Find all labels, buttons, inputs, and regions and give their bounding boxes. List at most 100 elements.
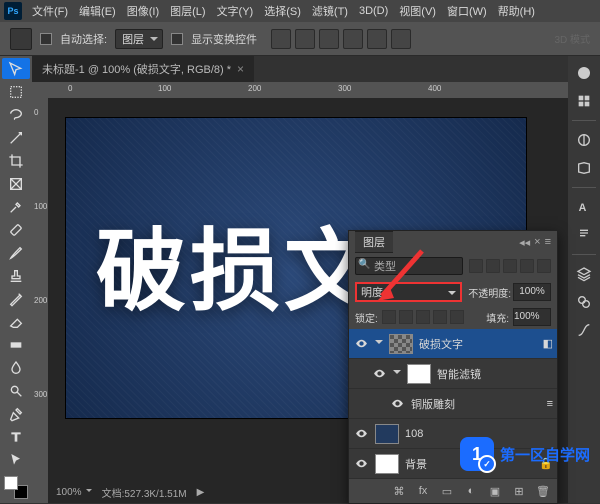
layer-mask-icon[interactable]: ▭: [439, 483, 455, 499]
lasso-tool[interactable]: [2, 104, 30, 125]
filter-shape-icon[interactable]: [520, 259, 534, 273]
marquee-tool[interactable]: [2, 81, 30, 102]
menu-layer[interactable]: 图层(L): [165, 1, 210, 21]
lock-all-icon[interactable]: [450, 310, 464, 324]
layer-name[interactable]: 铜版雕刻: [411, 396, 541, 412]
group-icon[interactable]: ▣: [487, 483, 503, 499]
menu-edit[interactable]: 编辑(E): [74, 1, 121, 21]
document-tab[interactable]: 未标题-1 @ 100% (破损文字, RGB/8) * ×: [32, 56, 254, 82]
menu-select[interactable]: 选择(S): [259, 1, 306, 21]
align-bottom-icon[interactable]: [391, 29, 411, 49]
layer-row[interactable]: 智能滤镜: [349, 359, 557, 389]
swatches-panel-icon[interactable]: [573, 90, 595, 112]
move-tool[interactable]: [2, 58, 30, 79]
menu-filter[interactable]: 滤镜(T): [307, 1, 353, 21]
zoom-level[interactable]: 100%: [56, 487, 92, 498]
filter-type-icon[interactable]: [503, 259, 517, 273]
adjustments-panel-icon[interactable]: [573, 129, 595, 151]
doc-info: 文档:527.3K/1.51M: [102, 485, 187, 500]
color-swatches[interactable]: [2, 474, 30, 501]
heal-tool[interactable]: [2, 219, 30, 240]
stamp-tool[interactable]: [2, 265, 30, 286]
path-select-tool[interactable]: [2, 449, 30, 470]
layer-filter-type[interactable]: 类型: [355, 257, 463, 275]
layer-thumbnail[interactable]: [407, 364, 431, 384]
menu-3d[interactable]: 3D(D): [354, 3, 393, 19]
panel-close-icon[interactable]: ×: [534, 236, 540, 249]
menu-window[interactable]: 窗口(W): [442, 1, 492, 21]
align-top-icon[interactable]: [343, 29, 363, 49]
adjustment-layer-icon[interactable]: ◐: [463, 483, 479, 499]
layer-thumbnail[interactable]: [375, 424, 399, 444]
frame-tool[interactable]: [2, 173, 30, 194]
auto-select-checkbox[interactable]: [40, 33, 52, 45]
layers-panel-icon[interactable]: [573, 263, 595, 285]
menu-type[interactable]: 文字(Y): [212, 1, 259, 21]
tools-panel: [0, 56, 32, 503]
menu-view[interactable]: 视图(V): [394, 1, 441, 21]
layer-thumbnail[interactable]: [389, 334, 413, 354]
align-right-icon[interactable]: [319, 29, 339, 49]
layer-row[interactable]: 铜版雕刻 ≡: [349, 389, 557, 419]
type-tool[interactable]: [2, 426, 30, 447]
foreground-color[interactable]: [4, 476, 18, 490]
paragraph-panel-icon[interactable]: [573, 224, 595, 246]
channels-panel-icon[interactable]: [573, 291, 595, 313]
close-tab-icon[interactable]: ×: [237, 62, 244, 76]
visibility-toggle[interactable]: [353, 426, 369, 442]
lock-label: 锁定:: [355, 310, 378, 325]
align-left-icon[interactable]: [271, 29, 291, 49]
auto-select-target-combo[interactable]: 图层: [115, 29, 163, 49]
filter-adjust-icon[interactable]: [486, 259, 500, 273]
filter-smart-icon[interactable]: [537, 259, 551, 273]
history-brush-tool[interactable]: [2, 288, 30, 309]
align-middle-icon[interactable]: [367, 29, 387, 49]
show-transform-checkbox[interactable]: [171, 33, 183, 45]
filter-edit-icon[interactable]: ≡: [547, 398, 553, 410]
delete-layer-icon[interactable]: 🗑: [535, 483, 551, 499]
dodge-tool[interactable]: [2, 380, 30, 401]
panel-collapse-icon[interactable]: ◂◂: [519, 236, 530, 249]
align-center-icon[interactable]: [295, 29, 315, 49]
color-panel-icon[interactable]: [573, 62, 595, 84]
visibility-toggle[interactable]: [371, 366, 387, 382]
lock-position-icon[interactable]: [416, 310, 430, 324]
menu-file[interactable]: 文件(F): [27, 1, 73, 21]
paths-panel-icon[interactable]: [573, 319, 595, 341]
layers-panel-tab[interactable]: 图层: [355, 231, 393, 253]
opacity-value[interactable]: 100%: [513, 283, 551, 301]
layer-style-icon[interactable]: fx: [415, 483, 431, 499]
eyedropper-tool[interactable]: [2, 196, 30, 217]
eraser-tool[interactable]: [2, 311, 30, 332]
new-layer-icon[interactable]: ⊞: [511, 483, 527, 499]
expand-icon[interactable]: [375, 340, 383, 348]
lock-pixels-icon[interactable]: [399, 310, 413, 324]
pen-tool[interactable]: [2, 403, 30, 424]
styles-panel-icon[interactable]: [573, 157, 595, 179]
layer-name[interactable]: 破损文字: [419, 336, 537, 352]
menu-image[interactable]: 图像(I): [122, 1, 164, 21]
layer-name[interactable]: 智能滤镜: [437, 366, 553, 382]
expand-icon[interactable]: [393, 370, 401, 378]
fill-value[interactable]: 100%: [513, 308, 551, 326]
link-layers-icon[interactable]: ⌘: [391, 483, 407, 499]
doc-info-arrow-icon[interactable]: ▶: [197, 487, 205, 498]
layer-thumbnail[interactable]: [375, 454, 399, 474]
visibility-toggle[interactable]: [353, 456, 369, 472]
lock-transparency-icon[interactable]: [382, 310, 396, 324]
brush-tool[interactable]: [2, 242, 30, 263]
lock-artboard-icon[interactable]: [433, 310, 447, 324]
crop-tool[interactable]: [2, 150, 30, 171]
visibility-toggle[interactable]: [389, 396, 405, 412]
character-panel-icon[interactable]: A: [573, 196, 595, 218]
visibility-toggle[interactable]: [353, 336, 369, 352]
blur-tool[interactable]: [2, 357, 30, 378]
filter-pixel-icon[interactable]: [469, 259, 483, 273]
gradient-tool[interactable]: [2, 334, 30, 355]
panel-menu-icon[interactable]: ≡: [545, 236, 551, 249]
wand-tool[interactable]: [2, 127, 30, 148]
move-tool-preset-icon[interactable]: [10, 28, 32, 50]
menu-help[interactable]: 帮助(H): [493, 1, 540, 21]
layer-row[interactable]: 破损文字 ◧: [349, 329, 557, 359]
blend-mode-combo[interactable]: 明度: [355, 282, 462, 302]
